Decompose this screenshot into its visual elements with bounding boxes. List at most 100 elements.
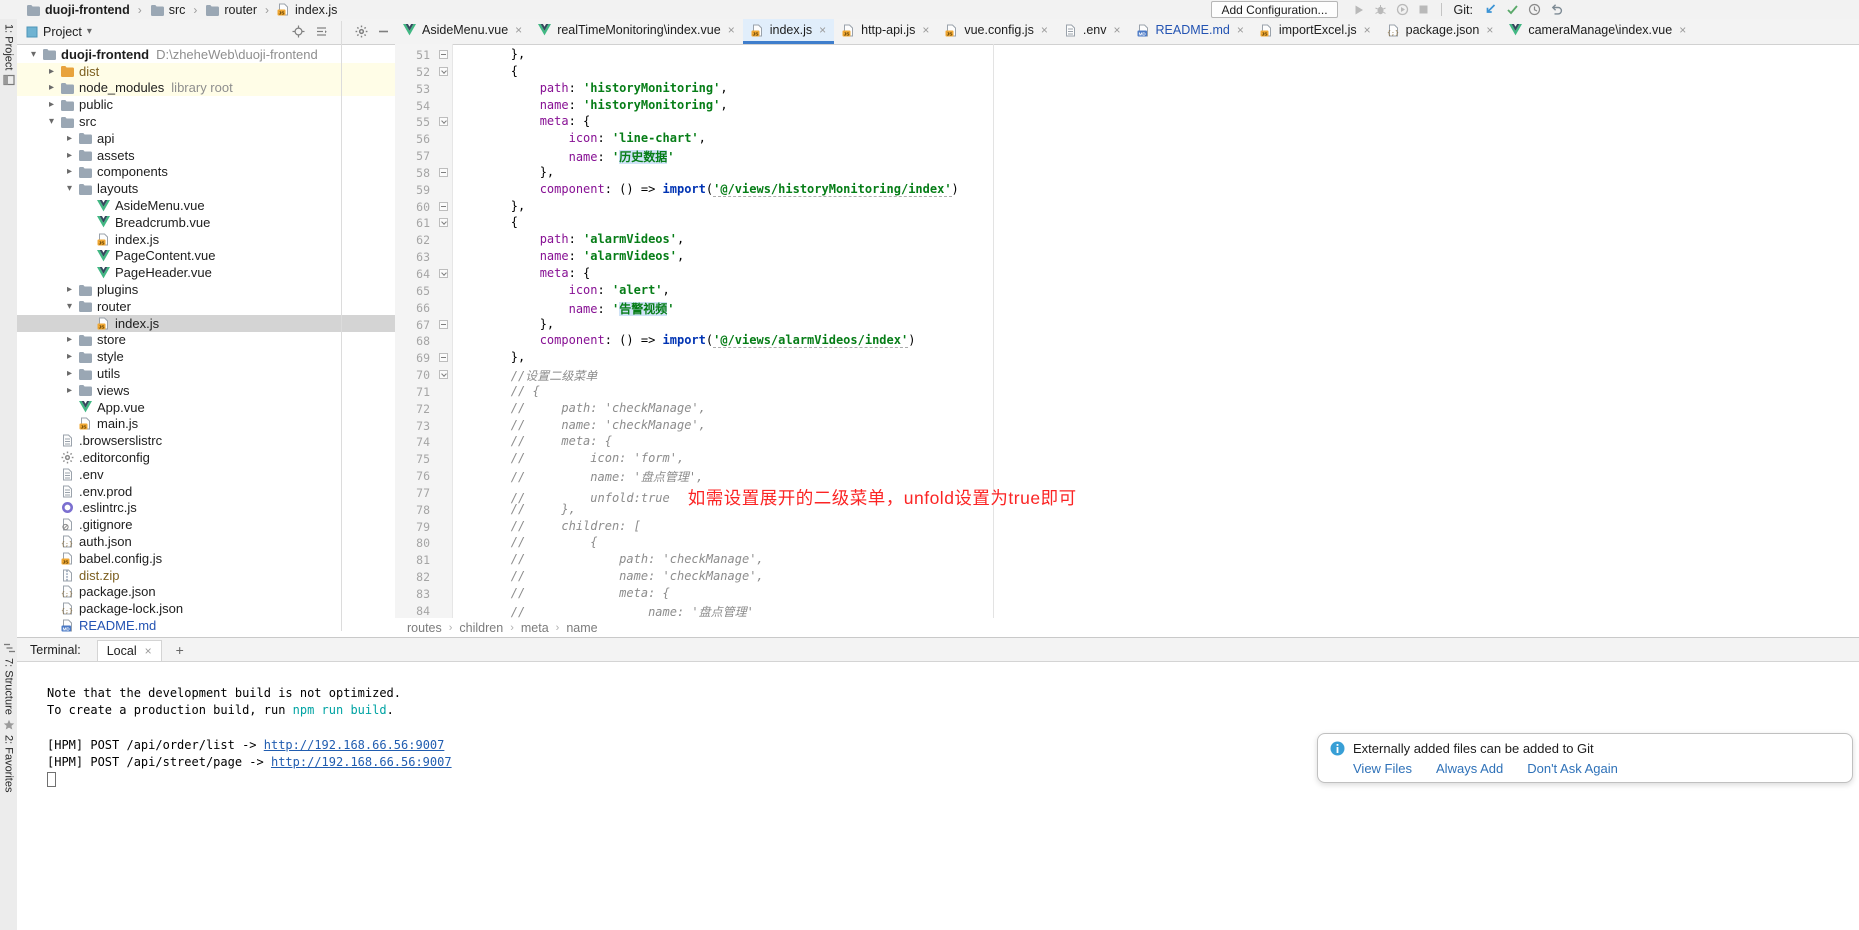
fold-marker-icon[interactable] <box>439 353 448 362</box>
run-icon[interactable] <box>1353 4 1365 16</box>
debug-icon[interactable] <box>1374 3 1387 16</box>
editor-tab[interactable]: cameraManage\index.vue× <box>1501 19 1694 44</box>
breadcrumb-item[interactable]: JSindex.js <box>277 3 337 17</box>
chevron-down-icon[interactable]: ▾ <box>87 26 92 37</box>
close-icon[interactable]: × <box>1486 23 1493 37</box>
tree-item[interactable]: PageHeader.vue <box>17 264 395 281</box>
notification-action[interactable]: Don't Ask Again <box>1527 761 1618 776</box>
tree-item[interactable]: ▸public <box>17 96 395 113</box>
close-icon[interactable]: × <box>922 23 929 37</box>
tree-item[interactable]: ▾src <box>17 113 395 130</box>
tree-item[interactable]: {;}auth.json <box>17 533 395 550</box>
editor-tab[interactable]: MDREADME.md× <box>1129 19 1252 44</box>
project-panel-title[interactable]: Project <box>43 25 82 39</box>
editor-breadcrumb-item[interactable]: meta <box>521 621 549 635</box>
fold-marker-icon[interactable] <box>439 320 448 329</box>
tree-item[interactable]: {;}package-lock.json <box>17 600 395 617</box>
tree-item[interactable]: JSbabel.config.js <box>17 550 395 567</box>
chevron-right-icon[interactable]: ▸ <box>62 351 77 362</box>
chevron-right-icon[interactable]: ▸ <box>62 334 77 345</box>
fold-marker-icon[interactable] <box>439 218 448 227</box>
locate-file-icon[interactable] <box>292 25 305 38</box>
tree-item[interactable]: .editorconfig <box>17 449 395 466</box>
git-history-icon[interactable] <box>1528 3 1541 16</box>
terminal-link[interactable]: http://192.168.66.56:9007 <box>264 738 445 752</box>
fold-marker-icon[interactable] <box>439 168 448 177</box>
close-icon[interactable]: × <box>515 23 522 37</box>
tree-item[interactable]: Breadcrumb.vue <box>17 214 395 231</box>
chevron-right-icon[interactable]: ▸ <box>62 133 77 144</box>
tree-item[interactable]: AsideMenu.vue <box>17 197 395 214</box>
tree-item[interactable]: ▸plugins <box>17 281 395 298</box>
stop-icon[interactable] <box>1418 4 1429 15</box>
tree-item[interactable]: MDREADME.md <box>17 617 395 634</box>
editor-tab[interactable]: JSimportExcel.js× <box>1252 19 1379 44</box>
fold-marker-icon[interactable] <box>439 202 448 211</box>
tree-item[interactable]: JSmain.js <box>17 416 395 433</box>
tree-item[interactable]: {;}package.json <box>17 584 395 601</box>
chevron-right-icon[interactable]: ▸ <box>62 166 77 177</box>
editor-tab[interactable]: .env× <box>1056 19 1129 44</box>
notification-action[interactable]: View Files <box>1353 761 1412 776</box>
terminal-tab-local[interactable]: Local × <box>97 640 162 661</box>
tree-item[interactable]: ▸components <box>17 164 395 181</box>
close-icon[interactable]: × <box>1679 23 1686 37</box>
chevron-down-icon[interactable]: ▾ <box>62 183 77 194</box>
editor-breadcrumb-item[interactable]: routes <box>407 621 442 635</box>
git-update-icon[interactable] <box>1484 3 1497 16</box>
editor-tab[interactable]: JSindex.js× <box>743 19 834 44</box>
chevron-down-icon[interactable]: ▾ <box>62 301 77 312</box>
tree-item[interactable]: .eslintrc.js <box>17 500 395 517</box>
notification-action[interactable]: Always Add <box>1436 761 1503 776</box>
tree-item[interactable]: .browserslistrc <box>17 432 395 449</box>
breadcrumb-item[interactable]: src <box>150 3 186 17</box>
tree-item[interactable]: ▸store <box>17 332 395 349</box>
editor-tab[interactable]: JShttp-api.js× <box>834 19 937 44</box>
breadcrumb-item[interactable]: duoji-frontend <box>26 3 130 17</box>
tree-item[interactable]: JSindex.js <box>17 231 395 248</box>
tree-item[interactable]: ▸utils <box>17 365 395 382</box>
close-icon[interactable]: × <box>819 23 826 37</box>
chevron-right-icon[interactable]: ▸ <box>44 99 59 110</box>
hide-panel-icon[interactable] <box>378 26 389 37</box>
chevron-right-icon[interactable]: ▸ <box>44 66 59 77</box>
terminal-output[interactable]: Note that the development build is not o… <box>47 686 452 789</box>
breadcrumb-item[interactable]: router <box>205 3 257 17</box>
close-icon[interactable]: × <box>728 23 735 37</box>
tree-item[interactable]: ▸dist <box>17 63 395 80</box>
fold-marker-icon[interactable] <box>439 269 448 278</box>
chevron-right-icon[interactable]: ▸ <box>62 368 77 379</box>
close-icon[interactable]: × <box>1041 23 1048 37</box>
tree-item[interactable]: App.vue <box>17 399 395 416</box>
tree-item[interactable]: ▾layouts <box>17 180 395 197</box>
chevron-right-icon[interactable]: ▸ <box>44 82 59 93</box>
close-icon[interactable]: × <box>1113 23 1120 37</box>
tree-item[interactable]: PageContent.vue <box>17 248 395 265</box>
code-text[interactable]: }, { path: 'historyMonitoring', name: 'h… <box>453 44 1859 618</box>
sidebar-item-favorites[interactable]: 2: Favorites <box>0 719 17 792</box>
fold-marker-icon[interactable] <box>439 50 448 59</box>
git-commit-icon[interactable] <box>1506 3 1519 16</box>
sidebar-item-project[interactable]: 1: Project <box>0 24 17 86</box>
add-configuration-button[interactable]: Add Configuration... <box>1211 1 1337 18</box>
tree-item[interactable]: ▸node_moduleslibrary root <box>17 80 395 97</box>
editor-tab[interactable]: realTimeMonitoring\index.vue× <box>530 19 743 44</box>
close-icon[interactable]: × <box>1237 23 1244 37</box>
tree-scrollbar[interactable] <box>341 21 342 631</box>
run-coverage-icon[interactable] <box>1396 3 1409 16</box>
tree-item[interactable]: ▸style <box>17 348 395 365</box>
tree-item[interactable]: ▾router <box>17 298 395 315</box>
gear-icon[interactable] <box>355 25 368 38</box>
tree-item[interactable]: .env.prod <box>17 483 395 500</box>
chevron-right-icon[interactable]: ▸ <box>62 385 77 396</box>
close-icon[interactable]: × <box>1364 23 1371 37</box>
terminal-link[interactable]: http://192.168.66.56:9007 <box>271 755 452 769</box>
git-rollback-icon[interactable] <box>1550 3 1563 16</box>
collapse-all-icon[interactable] <box>315 25 328 38</box>
tree-item[interactable]: ▸assets <box>17 147 395 164</box>
tree-item[interactable]: ▾duoji-frontendD:\zheheWeb\duoji-fronten… <box>17 46 395 63</box>
tree-item[interactable]: dist.zip <box>17 567 395 584</box>
editor-tab[interactable]: AsideMenu.vue× <box>395 19 530 44</box>
chevron-right-icon[interactable]: ▸ <box>62 284 77 295</box>
fold-marker-icon[interactable] <box>439 117 448 126</box>
